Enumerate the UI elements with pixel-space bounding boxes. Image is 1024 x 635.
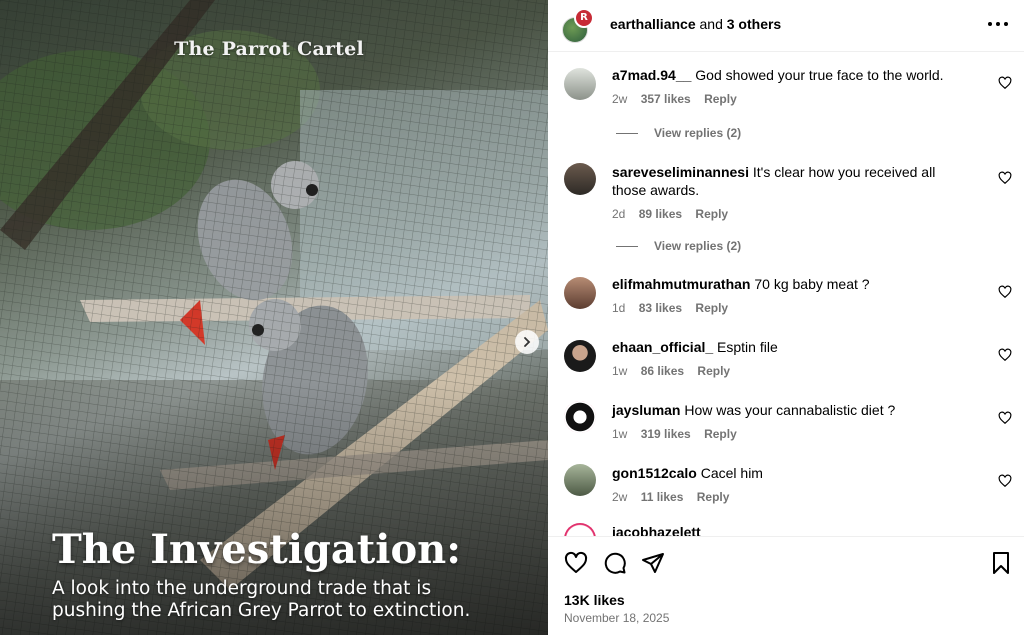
post-panel: R earthalliance and 3 others a7mad.94__ … (548, 0, 1024, 635)
comment-likes[interactable]: 86 likes (641, 364, 684, 378)
comment-username[interactable]: sareveseliminannesi (612, 164, 749, 180)
author-username[interactable]: earthalliance (610, 16, 696, 32)
post-actions-footer: 13K likes November 18, 2025 (548, 536, 1024, 635)
comment-likes[interactable]: 83 likes (639, 301, 682, 315)
comment-text: Cacel him (700, 465, 763, 481)
comment-age: 1d (612, 301, 626, 315)
chevron-right-icon (524, 337, 531, 347)
comment-body: a7mad.94__ God showed your true face to … (612, 66, 972, 108)
coauthor-avatar[interactable]: R (574, 8, 594, 28)
comment-avatar[interactable] (564, 464, 596, 496)
comment-body: jacobhazelett (612, 523, 972, 536)
comment-body: sareveseliminannesi It's clear how you r… (612, 163, 972, 223)
comment-avatar[interactable] (564, 401, 596, 433)
heart-icon[interactable] (998, 411, 1012, 425)
comment-avatar[interactable] (564, 68, 596, 100)
comment-username[interactable]: gon1512calo (612, 465, 697, 481)
comment-username[interactable]: elifmahmutmurathan (612, 276, 750, 292)
media-top-title: The Parrot Cartel (174, 38, 364, 60)
post-header: R earthalliance and 3 others (548, 0, 1024, 52)
comment-body: jaysluman How was your cannabalistic die… (612, 401, 972, 443)
comment-age: 2d (612, 207, 626, 221)
comment-username[interactable]: a7mad.94__ (612, 67, 691, 83)
comment-avatar[interactable] (564, 163, 596, 195)
comment-likes[interactable]: 11 likes (641, 490, 684, 504)
comment-body: ehaan_official_ Esptin file 1w 86 likes … (612, 338, 972, 380)
comment-age: 1w (612, 364, 628, 378)
media-subtitle-line1: A look into the underground trade that i… (52, 578, 432, 599)
heart-icon[interactable] (998, 474, 1012, 488)
comment-avatar[interactable] (564, 340, 596, 372)
comment-text: God showed your true face to the world. (695, 67, 944, 83)
more-horizontal-icon (988, 22, 992, 26)
heart-icon[interactable] (998, 348, 1012, 362)
comment-likes[interactable]: 319 likes (641, 427, 691, 441)
reply-button[interactable]: Reply (697, 490, 730, 504)
like-heart-icon[interactable] (564, 551, 588, 575)
bookmark-icon[interactable] (989, 551, 1013, 575)
comment-text: 70 kg baby meat ? (754, 276, 870, 292)
post-date: November 18, 2025 (564, 611, 670, 625)
comment-age: 2w (612, 490, 628, 504)
heart-icon[interactable] (998, 171, 1012, 185)
post-media[interactable]: The Parrot Cartel The Investigation: A l… (0, 0, 548, 635)
comment-likes[interactable]: 89 likes (639, 207, 682, 221)
comment-body: gon1512calo Cacel him 2w 11 likes Reply (612, 464, 972, 506)
comment-bubble-icon[interactable] (603, 551, 627, 575)
share-send-icon[interactable] (641, 551, 665, 575)
view-replies-button[interactable]: View replies (2) (616, 239, 741, 253)
reply-button[interactable]: Reply (704, 92, 737, 106)
others-link[interactable]: 3 others (727, 16, 781, 32)
and-text: and (695, 16, 727, 32)
comment-avatar[interactable] (564, 277, 596, 309)
comment-avatar[interactable] (564, 523, 596, 536)
reply-button[interactable]: Reply (695, 301, 728, 315)
reply-button[interactable]: Reply (695, 207, 728, 221)
post-likes-count[interactable]: 13K likes (564, 592, 625, 608)
collaborators-label: earthalliance and 3 others (610, 16, 781, 32)
comment-text: Esptin file (717, 339, 778, 355)
comment-username[interactable]: jacobhazelett (612, 524, 701, 536)
reply-button[interactable]: Reply (697, 364, 730, 378)
comment-username[interactable]: jaysluman (612, 402, 680, 418)
heart-icon[interactable] (998, 285, 1012, 299)
heart-icon[interactable] (998, 76, 1012, 90)
comments-list[interactable]: a7mad.94__ God showed your true face to … (548, 53, 1024, 536)
more-options-button[interactable] (988, 14, 1008, 34)
comment-text: How was your cannabalistic diet ? (684, 402, 896, 418)
next-media-button[interactable] (515, 330, 539, 354)
comment-body: elifmahmutmurathan 70 kg baby meat ? 1d … (612, 275, 972, 317)
comment-username[interactable]: ehaan_official_ (612, 339, 713, 355)
comment-age: 2w (612, 92, 628, 106)
comment-likes[interactable]: 357 likes (641, 92, 691, 106)
reply-button[interactable]: Reply (704, 427, 737, 441)
media-subtitle-line2: pushing the African Grey Parrot to extin… (52, 600, 471, 621)
view-replies-button[interactable]: View replies (2) (616, 126, 741, 140)
comment-age: 1w (612, 427, 628, 441)
media-big-title: The Investigation: (52, 526, 461, 573)
